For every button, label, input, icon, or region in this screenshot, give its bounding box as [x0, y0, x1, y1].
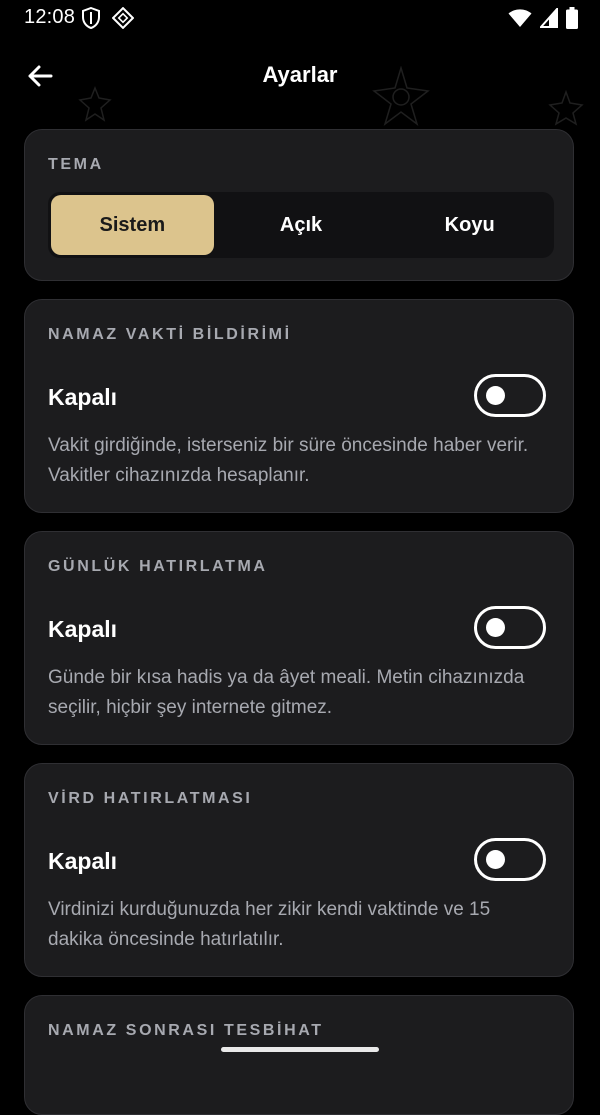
tesbihat-card: NAMAZ SONRASI TESBİHAT — [24, 995, 574, 1115]
theme-option-system[interactable]: Sistem — [51, 195, 214, 255]
home-indicator[interactable] — [221, 1047, 379, 1052]
daily-reminder-state: Kapalı — [48, 616, 118, 642]
signal-icon — [538, 6, 558, 33]
toggle-knob — [486, 850, 505, 869]
battery-icon — [566, 7, 578, 34]
theme-segmented-control: Sistem Açık Koyu — [48, 192, 554, 258]
wird-reminder-label: VİRD HATIRLATMASI — [48, 790, 253, 807]
theme-label: TEMA — [48, 156, 104, 173]
tesbihat-label: NAMAZ SONRASI TESBİHAT — [48, 1022, 324, 1039]
status-notification-icons — [82, 6, 135, 34]
prayer-notification-toggle[interactable] — [474, 374, 546, 417]
status-time: 12:08 — [24, 6, 76, 28]
daily-reminder-card: GÜNLÜK HATIRLATMA Kapalı Günde bir kısa … — [24, 531, 574, 745]
wird-reminder-toggle[interactable] — [474, 838, 546, 881]
shield-icon — [82, 6, 100, 34]
status-bar: 12:08 — [0, 0, 600, 36]
prayer-notification-label: NAMAZ VAKTİ BİLDİRİMİ — [48, 326, 292, 343]
theme-card: TEMA Sistem Açık Koyu — [24, 129, 574, 281]
daily-reminder-label: GÜNLÜK HATIRLATMA — [48, 558, 268, 575]
wird-reminder-card: VİRD HATIRLATMASI Kapalı Virdinizi kurdu… — [24, 763, 574, 977]
diamond-icon — [111, 6, 135, 34]
toggle-knob — [486, 386, 505, 405]
page-title: Ayarlar — [262, 62, 338, 87]
wird-reminder-description: Virdinizi kurduğunuzda her zikir kendi v… — [48, 899, 491, 950]
toggle-knob — [486, 618, 505, 637]
app-bar: Ayarlar — [0, 40, 600, 112]
daily-reminder-toggle[interactable] — [474, 606, 546, 649]
theme-option-light[interactable]: Açık — [220, 195, 383, 255]
theme-option-dark[interactable]: Koyu — [388, 195, 551, 255]
wird-reminder-state: Kapalı — [48, 848, 118, 874]
status-system-icons — [508, 6, 578, 34]
daily-reminder-description: Günde bir kısa hadis ya da âyet meali. M… — [48, 667, 525, 718]
prayer-notification-description: Vakit girdiğinde, isterseniz bir süre ön… — [48, 435, 529, 486]
prayer-notification-state: Kapalı — [48, 384, 118, 410]
prayer-notification-card: NAMAZ VAKTİ BİLDİRİMİ Kapalı Vakit girdi… — [24, 299, 574, 513]
wifi-icon — [508, 8, 532, 33]
